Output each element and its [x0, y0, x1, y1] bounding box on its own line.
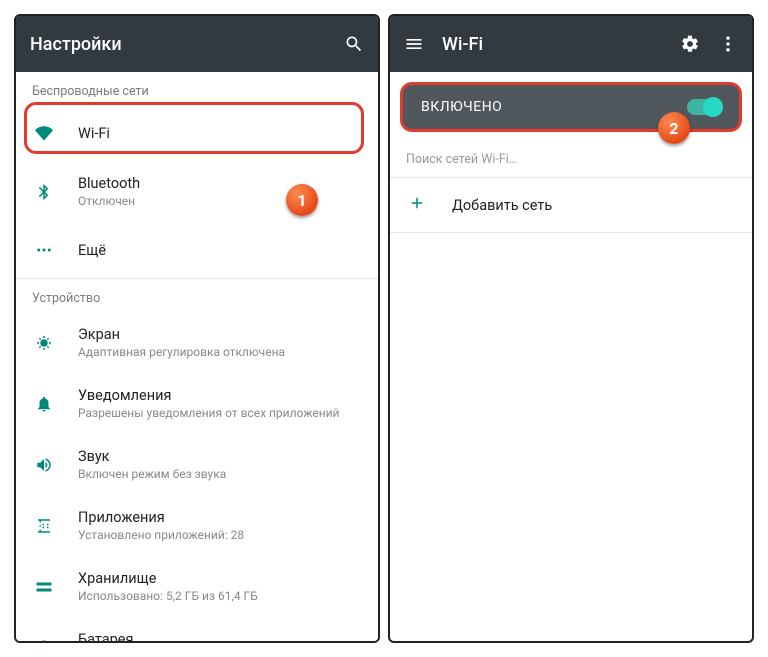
settings-appbar: Настройки — [16, 16, 378, 72]
wifi-search-hint: Поиск сетей Wi-Fi… — [390, 142, 752, 177]
settings-item-storage[interactable]: Хранилище Использовано: 5,2 ГБ из 61,4 Г… — [16, 556, 378, 617]
wifi-screen: Wi-Fi ВКЛЮЧЕНО Поиск сетей Wi-Fi… — [388, 14, 754, 643]
add-network-label: Добавить сеть — [452, 197, 552, 214]
bluetooth-label: Bluetooth — [78, 175, 362, 192]
sound-label: Звук — [78, 448, 362, 465]
settings-item-notifications[interactable]: Уведомления Разрешены уведомления от все… — [16, 373, 378, 434]
settings-item-display[interactable]: Экран Адаптивная регулировка отключена — [16, 312, 378, 373]
sound-sub: Включен режим без звука — [78, 467, 362, 481]
notifications-label: Уведомления — [78, 387, 362, 404]
bluetooth-icon — [32, 183, 56, 201]
battery-icon — [32, 639, 56, 642]
display-sub: Адаптивная регулировка отключена — [78, 345, 362, 359]
wifi-toggle-row[interactable]: ВКЛЮЧЕНО — [400, 82, 742, 132]
bell-icon — [32, 395, 56, 413]
apps-icon — [32, 517, 56, 535]
settings-title: Настройки — [30, 34, 326, 55]
battery-label: Батарея — [78, 631, 362, 641]
menu-icon[interactable] — [404, 34, 424, 54]
apps-label: Приложения — [78, 509, 362, 526]
section-device: Устройство — [16, 279, 378, 312]
storage-icon — [32, 578, 56, 596]
overflow-icon[interactable] — [718, 34, 738, 54]
section-wireless: Беспроводные сети — [16, 72, 378, 105]
gear-icon[interactable] — [680, 34, 700, 54]
wifi-label: Wi-Fi — [78, 125, 362, 142]
search-icon[interactable] — [344, 34, 364, 54]
more-icon — [32, 241, 56, 259]
add-network-row[interactable]: Добавить сеть — [390, 178, 752, 232]
wifi-switch[interactable] — [687, 99, 721, 115]
settings-item-bluetooth[interactable]: Bluetooth Отключен — [16, 161, 378, 222]
storage-label: Хранилище — [78, 570, 362, 587]
apps-sub: Установлено приложений: 28 — [78, 528, 362, 542]
step-badge-1: 1 — [286, 184, 318, 216]
display-icon — [32, 334, 56, 352]
settings-item-sound[interactable]: Звук Включен режим без звука — [16, 434, 378, 495]
notifications-sub: Разрешены уведомления от всех приложений — [78, 406, 362, 420]
settings-item-wifi[interactable]: Wi-Fi — [16, 105, 378, 161]
wifi-title: Wi-Fi — [442, 34, 662, 55]
settings-screen: Настройки Беспроводные сети Wi-Fi — [14, 14, 380, 643]
display-label: Экран — [78, 326, 362, 343]
wifi-appbar: Wi-Fi — [390, 16, 752, 72]
more-label: Ещё — [78, 242, 362, 259]
bluetooth-sub: Отключен — [78, 194, 362, 208]
plus-icon — [408, 194, 426, 216]
settings-item-battery[interactable]: Батарея 90 % – Батарея заряжена — [16, 617, 378, 641]
settings-item-more[interactable]: Ещё — [16, 222, 378, 278]
step-badge-2: 2 — [658, 112, 690, 144]
wifi-toggle-label: ВКЛЮЧЕНО — [421, 99, 675, 115]
sound-icon — [32, 456, 56, 474]
wifi-icon — [32, 124, 56, 142]
settings-item-apps[interactable]: Приложения Установлено приложений: 28 — [16, 495, 378, 556]
storage-sub: Использовано: 5,2 ГБ из 61,4 ГБ — [78, 589, 362, 603]
